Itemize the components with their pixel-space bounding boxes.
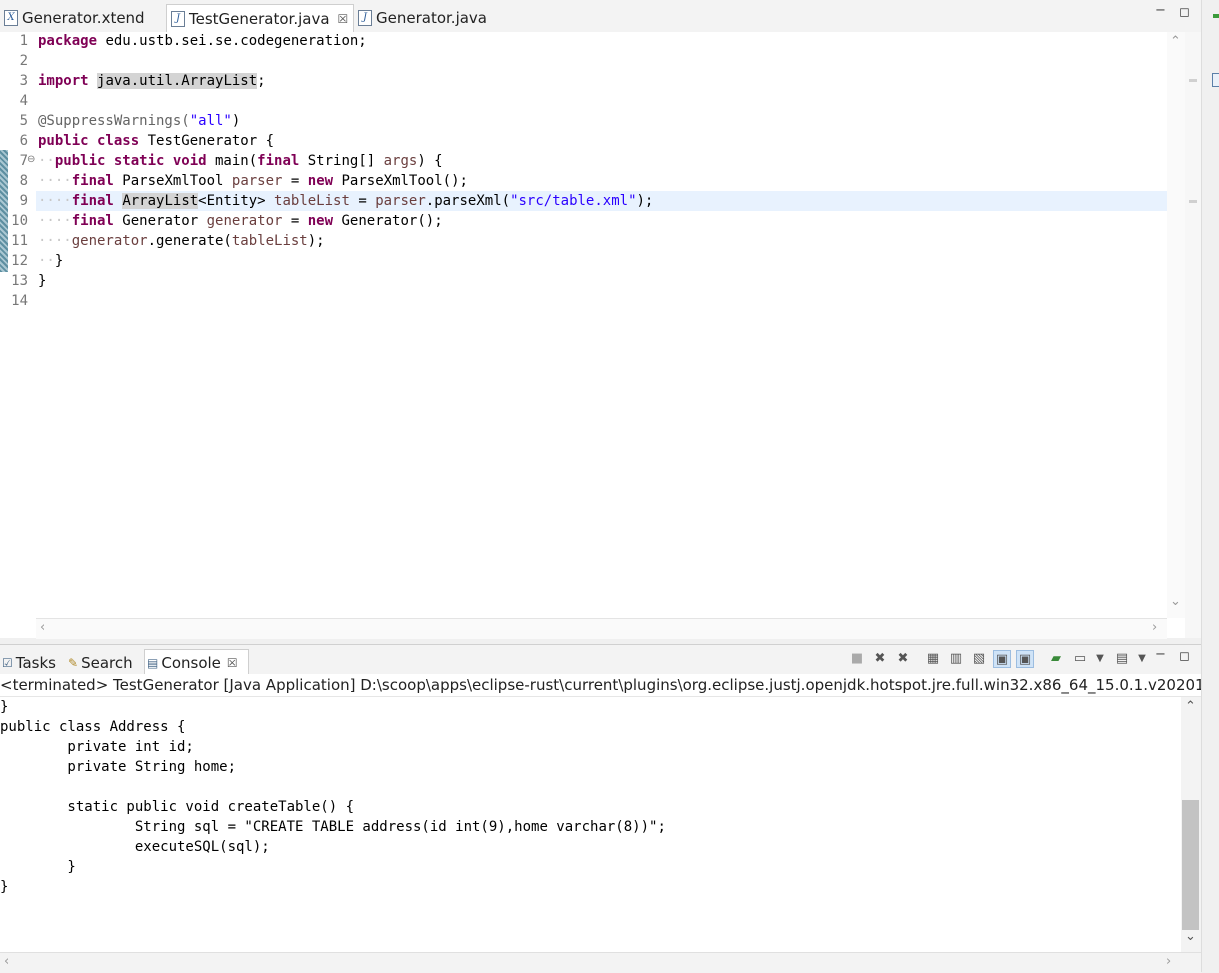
editor-vertical-scrollbar[interactable]: ⌃ ⌄	[1167, 32, 1185, 618]
console-line: static public void createTable() {	[0, 799, 355, 815]
word-wrap-icon[interactable]: ▧	[970, 650, 988, 668]
code-line-6: public class TestGenerator {	[38, 133, 275, 149]
tab-label: Generator.xtend	[22, 8, 145, 27]
console-line: private int id;	[0, 739, 194, 755]
line-number: 12	[11, 253, 28, 269]
remove-launch-icon[interactable]: ✖	[871, 650, 889, 668]
code-line-13: }	[38, 273, 47, 289]
line-number: 1	[19, 33, 28, 49]
code-line-7: ··public static void main(final String[]…	[38, 153, 443, 169]
tasks-icon: ☑	[2, 656, 13, 670]
console-output[interactable]: } public class Address { private int id;…	[0, 697, 1181, 952]
pin-console-icon[interactable]: ▰	[1047, 650, 1065, 668]
line-number: 5	[19, 113, 28, 129]
line-number: 4	[19, 93, 28, 109]
line-number: 8	[19, 173, 28, 189]
close-icon[interactable]: ☒	[338, 12, 349, 26]
console-line: }	[0, 699, 9, 715]
xtend-file-icon: X	[4, 9, 18, 26]
scroll-down-icon[interactable]: ⌄	[1185, 929, 1196, 944]
java-file-icon: J	[171, 10, 185, 27]
outline-view-icon[interactable]	[1213, 14, 1219, 18]
tab-search[interactable]: ✎ Search	[66, 651, 133, 675]
tab-label: Tasks	[15, 654, 56, 672]
line-number: 13	[11, 273, 28, 289]
line-number: 10	[11, 213, 28, 229]
code-line-3: import java.util.ArrayList;	[38, 73, 266, 89]
tab-label: TestGenerator.java	[189, 9, 330, 28]
fold-collapse-icon[interactable]: ⊖	[27, 154, 35, 165]
chevron-down-icon[interactable]: ▼	[1091, 650, 1109, 668]
console-line: }	[0, 859, 76, 875]
minimize-icon[interactable]: −	[1155, 648, 1166, 662]
code-line-8: ····final ParseXmlTool parser = new Pars…	[38, 173, 468, 189]
console-line: }	[0, 879, 9, 895]
maximize-icon[interactable]: ◻	[1179, 650, 1190, 664]
remove-all-terminated-icon[interactable]: ✖	[894, 650, 912, 668]
line-number: 6	[19, 133, 28, 149]
line-number: 11	[11, 233, 28, 249]
console-line: private String home;	[0, 759, 237, 775]
code-line-1: package edu.ustb.sei.se.codegeneration;	[38, 33, 367, 49]
scroll-up-icon[interactable]: ⌃	[1185, 699, 1196, 714]
code-line-10: ····final Generator generator = new Gene…	[38, 213, 443, 229]
line-number: 9	[19, 193, 28, 209]
editor-horizontal-scrollbar[interactable]: ‹ ›	[36, 618, 1167, 639]
console-scroll-thumb[interactable]	[1182, 800, 1199, 930]
java-file-icon: J	[358, 9, 372, 26]
overview-mark[interactable]	[1189, 79, 1197, 82]
terminate-icon[interactable]: ■	[848, 650, 866, 668]
line-number: 2	[19, 53, 28, 69]
scroll-left-icon[interactable]: ‹	[4, 954, 9, 969]
code-line-11: ····generator.generate(tableList);	[38, 233, 325, 249]
console-line: public class Address {	[0, 719, 186, 735]
show-on-stdout-icon[interactable]: ▣	[993, 650, 1011, 668]
overview-ruler[interactable]	[1185, 32, 1201, 638]
overview-mark[interactable]	[1189, 200, 1197, 203]
scroll-down-icon[interactable]: ⌄	[1170, 594, 1181, 609]
console-horizontal-scrollbar[interactable]: ‹ ›	[0, 952, 1201, 973]
tab-generator-xtend[interactable]: X Generator.xtend	[0, 4, 165, 31]
line-number: 3	[19, 73, 28, 89]
tab-label: Generator.java	[376, 8, 487, 27]
scroll-up-icon[interactable]: ⌃	[1170, 34, 1181, 49]
console-process-label: <terminated> TestGenerator [Java Applica…	[0, 674, 1201, 697]
code-line-5: @SuppressWarnings("all")	[38, 113, 241, 129]
display-console-icon[interactable]: ▭	[1071, 650, 1089, 668]
tab-label: Console	[161, 654, 221, 672]
occurrence-highlight: ArrayList	[122, 193, 199, 209]
console-line: String sql = "CREATE TABLE address(id in…	[0, 819, 666, 835]
chevron-down-icon[interactable]: ▼	[1133, 650, 1151, 668]
tab-tasks[interactable]: ☑ Tasks	[0, 651, 56, 675]
open-console-icon[interactable]: ▤	[1113, 650, 1131, 668]
close-icon[interactable]: ☒	[227, 656, 238, 670]
scroll-right-icon[interactable]: ›	[1152, 620, 1157, 635]
editor-tab-bar: X Generator.xtend J TestGenerator.java ☒…	[0, 0, 1201, 33]
show-on-stderr-icon[interactable]: ▣	[1016, 650, 1034, 668]
maximize-icon[interactable]: ◻	[1179, 6, 1190, 20]
minimize-icon[interactable]: −	[1155, 4, 1166, 18]
clear-console-icon[interactable]: ▦	[924, 650, 942, 668]
line-number: 7	[19, 153, 28, 169]
occurrence-highlight: java.util.ArrayList	[97, 73, 258, 89]
tab-label: Search	[81, 654, 133, 672]
scroll-right-icon[interactable]: ›	[1166, 954, 1171, 969]
console-icon: ▤	[147, 656, 159, 670]
tab-console[interactable]: ▤ Console ☒	[144, 649, 249, 676]
right-trim-toolbar	[1201, 0, 1219, 972]
search-icon: ✎	[68, 656, 79, 670]
tab-testgenerator-java[interactable]: J TestGenerator.java ☒	[166, 4, 354, 32]
console-line: executeSQL(sql);	[0, 839, 270, 855]
scroll-lock-icon[interactable]: ▥	[947, 650, 965, 668]
tab-generator-java[interactable]: J Generator.java	[354, 4, 494, 31]
scroll-left-icon[interactable]: ‹	[40, 620, 45, 635]
line-number: 14	[11, 293, 28, 309]
code-line-12: ··}	[38, 253, 64, 269]
code-line-9: ····final ArrayList<Entity> tableList = …	[38, 193, 654, 209]
minimized-view-icon[interactable]	[1212, 73, 1219, 87]
